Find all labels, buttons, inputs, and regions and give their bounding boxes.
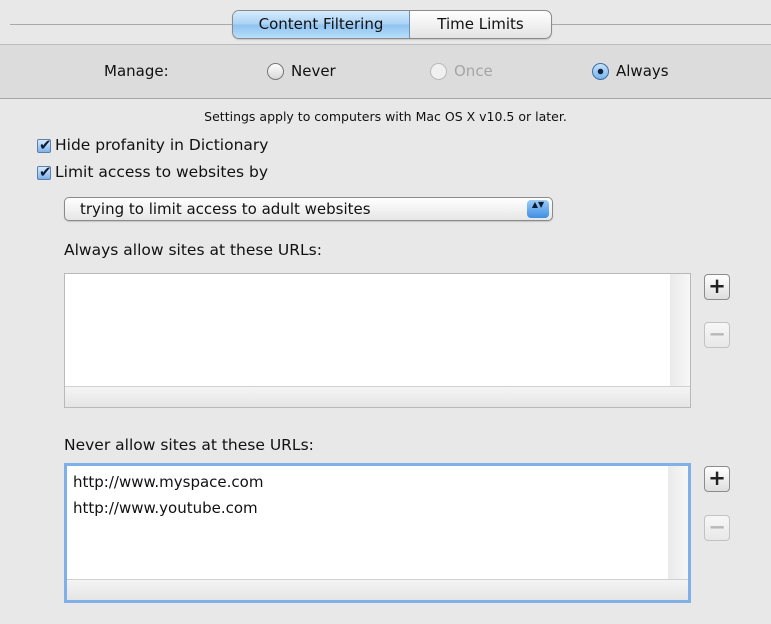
- always-allow-remove-button: −: [704, 322, 730, 348]
- radio-once: [430, 63, 447, 80]
- hide-profanity-checkbox[interactable]: ✔: [37, 136, 52, 154]
- limit-mode-popup[interactable]: trying to limit access to adult websites…: [64, 197, 553, 221]
- popup-arrows-icon: ▲▼: [527, 200, 549, 218]
- hide-profanity-label[interactable]: Hide profanity in Dictionary: [55, 136, 268, 154]
- never-allow-hscrollbar[interactable]: [67, 579, 688, 600]
- always-allow-vscrollbar[interactable]: [670, 274, 690, 387]
- always-allow-label: Always allow sites at these URLs:: [64, 241, 322, 259]
- never-allow-list[interactable]: http://www.myspace.com http://www.youtub…: [64, 463, 691, 603]
- never-allow-remove-button: −: [704, 515, 730, 541]
- tab-content-filtering[interactable]: Content Filtering: [233, 11, 410, 38]
- checkmark-icon: ✔: [39, 136, 52, 154]
- radio-always-label[interactable]: Always: [616, 62, 669, 80]
- tab-bar: Content Filtering Time Limits: [232, 10, 552, 39]
- limit-access-checkbox[interactable]: ✔: [37, 163, 52, 181]
- compatibility-note: Settings apply to computers with Mac OS …: [204, 109, 567, 124]
- list-item[interactable]: http://www.myspace.com: [73, 473, 263, 491]
- always-allow-hscrollbar[interactable]: [65, 386, 690, 407]
- radio-always[interactable]: [592, 63, 609, 80]
- radio-never[interactable]: [267, 63, 284, 80]
- limit-mode-value: trying to limit access to adult websites: [80, 200, 371, 218]
- never-allow-label: Never allow sites at these URLs:: [64, 436, 314, 454]
- checkmark-icon: ✔: [39, 163, 52, 181]
- manage-label: Manage:: [104, 62, 169, 80]
- always-allow-list[interactable]: [64, 273, 691, 408]
- tab-time-limits[interactable]: Time Limits: [410, 11, 551, 38]
- radio-once-label: Once: [454, 62, 493, 80]
- never-allow-vscrollbar[interactable]: [668, 466, 688, 580]
- always-allow-add-button[interactable]: +: [704, 274, 730, 300]
- limit-access-label[interactable]: Limit access to websites by: [55, 163, 268, 181]
- radio-never-label[interactable]: Never: [291, 62, 336, 80]
- never-allow-add-button[interactable]: +: [704, 466, 730, 492]
- list-item[interactable]: http://www.youtube.com: [73, 499, 258, 517]
